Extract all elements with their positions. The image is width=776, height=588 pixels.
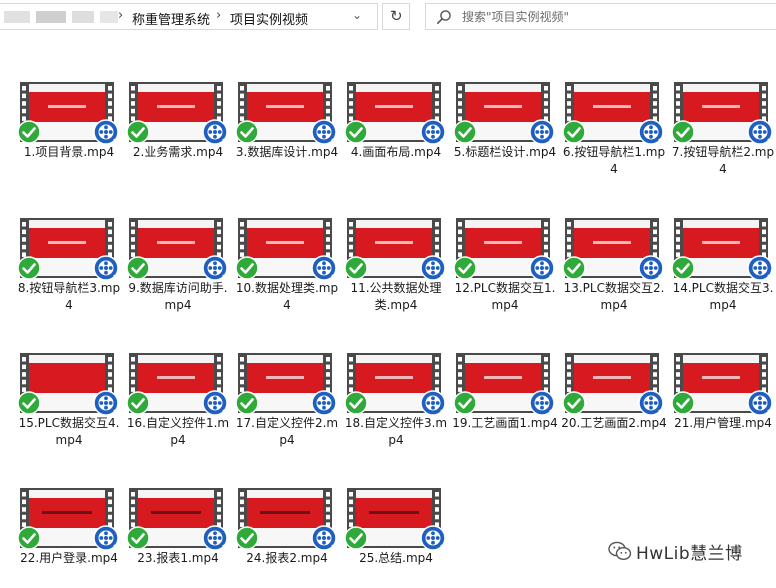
file-name-label: 15.PLC数据交互4.mp4 [18, 416, 120, 447]
media-player-icon [420, 119, 446, 145]
media-player-icon [747, 255, 773, 281]
media-player-icon [311, 390, 337, 416]
breadcrumb-separator-icon: › [118, 8, 124, 23]
media-player-icon [529, 255, 555, 281]
sync-check-icon [126, 526, 150, 550]
refresh-icon: ↻ [390, 7, 403, 25]
file-name-label: 21.用户管理.mp4 [674, 416, 772, 430]
sync-check-icon [17, 120, 41, 144]
address-bar[interactable]: › 称重管理系统 › 项目实例视频 ⌄ [0, 3, 378, 30]
sync-check-icon [235, 526, 259, 550]
address-toolbar: › 称重管理系统 › 项目实例视频 ⌄ ↻ [0, 0, 776, 34]
sync-check-icon [671, 256, 695, 280]
sync-check-icon [126, 391, 150, 415]
file-name-label: 22.用户登录.mp4 [20, 551, 118, 565]
blurred-path-segment [4, 11, 30, 23]
file-name-label: 12.PLC数据交互1.mp4 [454, 281, 556, 312]
breadcrumb-item-weighing-system[interactable]: 称重管理系统 [132, 9, 210, 28]
file-name-label: 3.数据库设计.mp4 [235, 145, 339, 159]
sync-check-icon [344, 256, 368, 280]
media-player-icon [420, 525, 446, 551]
file-name-label: 2.业务需求.mp4 [132, 145, 224, 159]
media-player-icon [529, 390, 555, 416]
breadcrumb-separator-icon[interactable]: › [216, 8, 221, 23]
sync-check-icon [344, 526, 368, 550]
chevron-down-icon[interactable]: ⌄ [352, 8, 362, 22]
file-name-label: 25.总结.mp4 [359, 551, 433, 565]
sync-check-icon [671, 120, 695, 144]
sync-check-icon [671, 391, 695, 415]
media-player-icon [93, 525, 119, 551]
media-player-icon [420, 255, 446, 281]
blurred-path-segment [72, 11, 94, 23]
file-name-label: 7.按钮导航栏2.mp4 [671, 145, 775, 176]
file-name-label: 18.自定义控件3.mp4 [344, 416, 448, 447]
sync-check-icon [562, 256, 586, 280]
sync-check-icon [562, 391, 586, 415]
media-player-icon [311, 525, 337, 551]
blurred-path-segment [36, 11, 66, 23]
sync-check-icon [344, 391, 368, 415]
watermark-text: HwLib慧兰博 [636, 544, 743, 564]
file-name-label: 19.工艺画面1.mp4 [452, 416, 558, 430]
file-name-label: 16.自定义控件1.mp4 [126, 416, 230, 447]
media-player-icon [93, 255, 119, 281]
search-input[interactable] [462, 8, 762, 26]
breadcrumb-item-project-videos[interactable]: 项目实例视频 [230, 9, 308, 28]
media-player-icon [311, 119, 337, 145]
media-player-icon [638, 390, 664, 416]
media-player-icon [93, 390, 119, 416]
file-name-label: 9.数据库访问助手.mp4 [128, 281, 228, 312]
file-name-label: 11.公共数据处理类.mp4 [350, 281, 442, 312]
file-name-label: 24.报表2.mp4 [246, 551, 328, 565]
media-player-icon [202, 119, 228, 145]
sync-check-icon [235, 391, 259, 415]
media-player-icon [747, 119, 773, 145]
file-name-label: 13.PLC数据交互2.mp4 [563, 281, 665, 312]
media-player-icon [93, 119, 119, 145]
sync-check-icon [453, 256, 477, 280]
sync-check-icon [453, 120, 477, 144]
sync-check-icon [17, 526, 41, 550]
sync-check-icon [17, 391, 41, 415]
file-name-label: 5.标题栏设计.mp4 [453, 145, 557, 159]
sync-check-icon [562, 120, 586, 144]
file-name-label: 10.数据处理类.mp4 [235, 281, 339, 312]
refresh-button[interactable]: ↻ [382, 3, 410, 30]
sync-check-icon [453, 391, 477, 415]
media-player-icon [202, 390, 228, 416]
media-player-icon [420, 390, 446, 416]
media-player-icon [747, 390, 773, 416]
sync-check-icon [126, 120, 150, 144]
sync-check-icon [344, 120, 368, 144]
blurred-path-segment [100, 11, 118, 23]
wechat-icon [608, 541, 632, 561]
file-name-label: 1.项目背景.mp4 [23, 145, 115, 159]
sync-check-icon [126, 256, 150, 280]
file-name-label: 17.自定义控件2.mp4 [235, 416, 339, 447]
media-player-icon [311, 255, 337, 281]
media-player-icon [202, 525, 228, 551]
file-name-label: 4.画面布局.mp4 [350, 145, 442, 159]
media-player-icon [202, 255, 228, 281]
media-player-icon [638, 119, 664, 145]
search-box[interactable] [425, 3, 776, 30]
sync-check-icon [235, 256, 259, 280]
file-name-label: 20.工艺画面2.mp4 [561, 416, 667, 430]
sync-check-icon [235, 120, 259, 144]
file-name-label: 6.按钮导航栏1.mp4 [562, 145, 666, 176]
media-player-icon [529, 119, 555, 145]
file-name-label: 14.PLC数据交互3.mp4 [672, 281, 774, 312]
file-name-label: 8.按钮导航栏3.mp4 [17, 281, 121, 312]
search-icon [436, 10, 451, 24]
file-name-label: 23.报表1.mp4 [137, 551, 219, 565]
media-player-icon [638, 255, 664, 281]
sync-check-icon [17, 256, 41, 280]
